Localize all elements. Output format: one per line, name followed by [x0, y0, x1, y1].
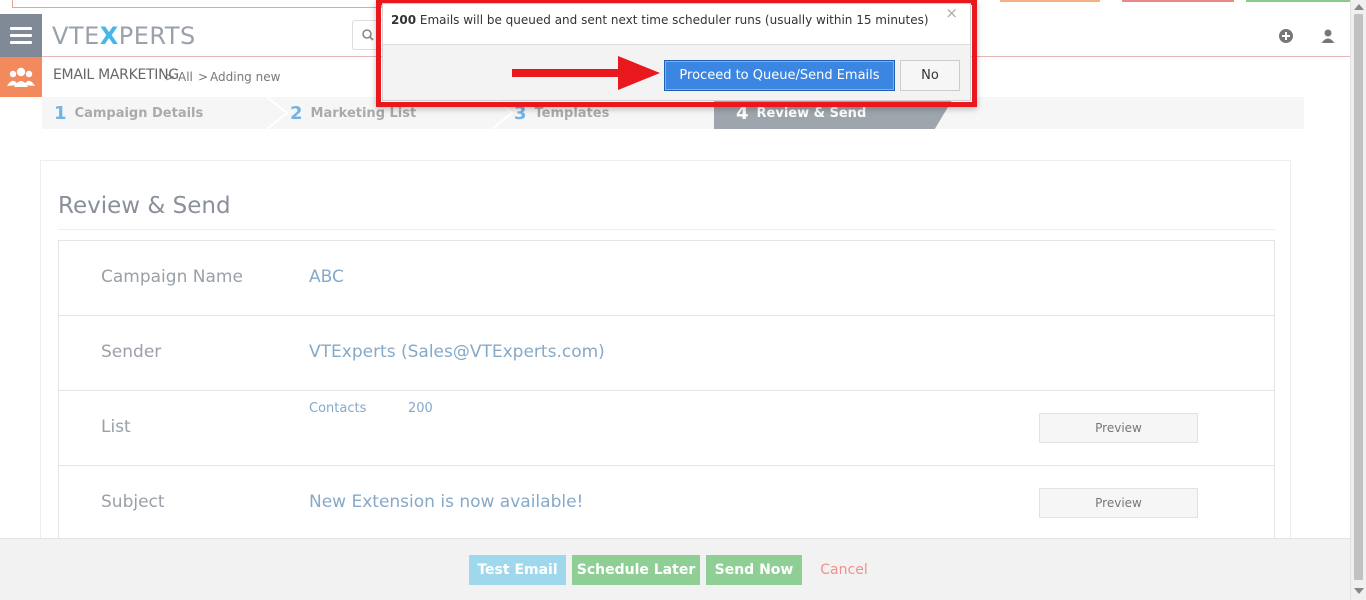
user-icon[interactable]	[1320, 28, 1336, 44]
dialog-message: 200 Emails will be queued and sent next …	[391, 13, 929, 27]
title-divider	[58, 229, 1275, 230]
no-button[interactable]: No	[900, 60, 960, 91]
top-strip-outline	[12, 0, 382, 8]
search-icon	[362, 29, 374, 41]
test-email-button[interactable]: Test Email	[469, 555, 566, 585]
email-count: 200	[391, 13, 417, 27]
subject-preview-button[interactable]: Preview	[1039, 488, 1198, 518]
review-panel: Review & Send Campaign Name ABC Sender V…	[40, 160, 1291, 580]
cancel-link[interactable]: Cancel	[810, 555, 878, 585]
table-row: List Contacts 200 Preview	[59, 391, 1274, 466]
page-title: Review & Send	[58, 193, 231, 219]
scroll-up-icon[interactable]	[1354, 4, 1364, 10]
proceed-queue-send-button[interactable]: Proceed to Queue/Send Emails	[664, 60, 895, 91]
table-row: Sender VTExperts (Sales@VTExperts.com)	[59, 316, 1274, 391]
module-name[interactable]: EMAIL MARKETING	[53, 67, 179, 83]
review-table: Campaign Name ABC Sender VTExperts (Sale…	[58, 240, 1275, 542]
breadcrumb-separator: >	[198, 70, 209, 84]
breadcrumb-separator: >	[165, 70, 176, 84]
top-strip-segment	[1000, 0, 1100, 2]
table-row: Campaign Name ABC	[59, 241, 1274, 316]
close-icon[interactable]: ×	[945, 4, 958, 22]
list-name: Contacts	[309, 401, 367, 416]
step-divider-icon	[267, 97, 289, 129]
top-strip-segment	[1246, 0, 1350, 2]
table-row: Subject New Extension is now available! …	[59, 466, 1274, 541]
breadcrumb-all[interactable]: All	[178, 70, 193, 84]
top-strip-segment	[1122, 0, 1234, 2]
step-number: 2	[290, 102, 303, 124]
confirm-dialog: 200 Emails will be queued and sent next …	[382, 3, 971, 101]
annotation-arrow-icon	[512, 56, 660, 90]
step-label: Review & Send	[756, 105, 867, 121]
row-value: New Extension is now available!	[309, 492, 584, 512]
step-number: 1	[54, 102, 67, 124]
scroll-thumb[interactable]	[1354, 14, 1363, 580]
list-count: 200	[408, 401, 433, 416]
step-label: Campaign Details	[74, 105, 204, 121]
dialog-footer: Proceed to Queue/Send Emails No	[383, 44, 970, 100]
add-icon[interactable]	[1278, 28, 1294, 44]
email-marketing-module-icon[interactable]	[0, 57, 42, 97]
step-label: Templates	[534, 105, 610, 121]
app-logo[interactable]: VTEXPERTS	[52, 22, 196, 50]
send-now-button[interactable]: Send Now	[706, 555, 802, 585]
schedule-later-button[interactable]: Schedule Later	[572, 555, 700, 585]
row-label: Sender	[101, 342, 162, 362]
page-scrollbar[interactable]	[1350, 0, 1366, 600]
action-footer: Test Email Schedule Later Send Now Cance…	[0, 538, 1350, 600]
row-label: Campaign Name	[101, 267, 243, 287]
breadcrumb-current: Adding new	[210, 70, 281, 84]
scroll-down-icon[interactable]	[1354, 588, 1364, 594]
list-preview-button[interactable]: Preview	[1039, 413, 1198, 443]
row-label: Subject	[101, 492, 165, 512]
row-value: ABC	[309, 267, 344, 287]
step-campaign-details[interactable]: 1 Campaign Details	[54, 97, 284, 129]
row-label: List	[101, 417, 131, 437]
row-value: VTExperts (Sales@VTExperts.com)	[309, 342, 605, 362]
users-group-icon	[7, 67, 35, 87]
dialog-message-text: Emails will be queued and sent next time…	[416, 13, 929, 27]
step-label: Marketing List	[310, 105, 417, 121]
menu-icon[interactable]	[0, 14, 42, 57]
